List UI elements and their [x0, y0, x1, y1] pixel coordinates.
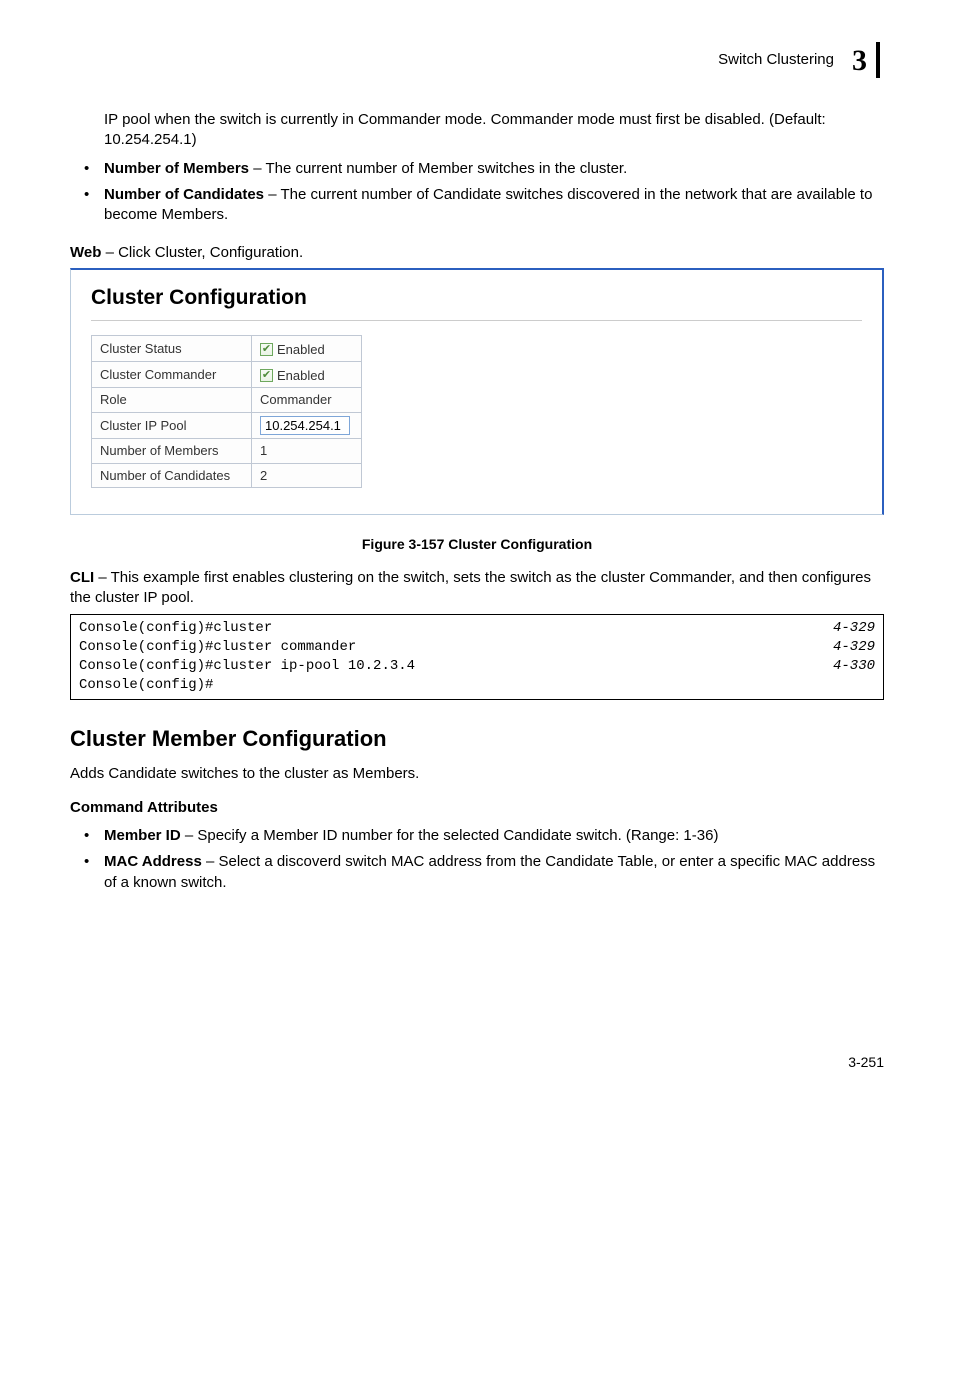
- table-row: Number of Members 1: [92, 438, 362, 463]
- panel-divider: [91, 320, 862, 321]
- list-item: Number of Candidates – The current numbe…: [84, 185, 884, 226]
- role-value: Commander: [252, 388, 362, 413]
- bullet-list-2: Member ID – Specify a Member ID number f…: [84, 826, 884, 893]
- cluster-commander-checkbox[interactable]: ✔ Enabled: [260, 367, 325, 385]
- chapter-number: 3: [852, 44, 867, 77]
- cluster-status-label: Cluster Status: [92, 335, 252, 361]
- panel-title: Cluster Configuration: [91, 284, 862, 312]
- candidates-value: 2: [252, 463, 362, 488]
- desc: – The current number of Member switches …: [249, 160, 627, 177]
- table-row: Cluster IP Pool: [92, 412, 362, 438]
- web-prefix: Web: [70, 244, 101, 261]
- ip-pool-label: Cluster IP Pool: [92, 412, 252, 438]
- table-row: Cluster Commander ✔ Enabled: [92, 362, 362, 388]
- role-label: Role: [92, 388, 252, 413]
- list-item: MAC Address – Select a discoverd switch …: [84, 852, 884, 893]
- members-label: Number of Members: [92, 438, 252, 463]
- code-commands: Console(config)#cluster Console(config)#…: [79, 619, 833, 695]
- table-row: Role Commander: [92, 388, 362, 413]
- code-refs: 4-329 4-329 4-330: [833, 619, 875, 695]
- table-row: Cluster Status ✔ Enabled: [92, 335, 362, 361]
- checkbox-label: Enabled: [277, 367, 325, 385]
- bullet-list-1: Number of Members – The current number o…: [84, 159, 884, 226]
- candidates-label: Number of Candidates: [92, 463, 252, 488]
- page-header: Switch Clustering 3: [70, 40, 884, 80]
- cluster-config-panel: Cluster Configuration Cluster Status ✔ E…: [70, 268, 884, 516]
- cli-prefix: CLI: [70, 569, 94, 586]
- ip-pool-input[interactable]: [260, 416, 350, 435]
- intro-paragraph: IP pool when the switch is currently in …: [104, 110, 884, 151]
- command-attributes-heading: Command Attributes: [70, 798, 884, 818]
- desc: – Select a discoverd switch MAC address …: [104, 853, 875, 890]
- web-rest: – Click Cluster, Configuration.: [101, 244, 303, 261]
- term: Number of Members: [104, 160, 249, 177]
- list-item: Member ID – Specify a Member ID number f…: [84, 826, 884, 846]
- checkbox-label: Enabled: [277, 341, 325, 359]
- ip-pool-cell: [252, 412, 362, 438]
- cluster-status-value: ✔ Enabled: [252, 335, 362, 361]
- term: MAC Address: [104, 853, 202, 870]
- section-heading: Cluster Member Configuration: [70, 724, 884, 754]
- check-icon: ✔: [260, 343, 273, 356]
- cluster-commander-value: ✔ Enabled: [252, 362, 362, 388]
- list-item: Number of Members – The current number o…: [84, 159, 884, 179]
- cluster-status-checkbox[interactable]: ✔ Enabled: [260, 341, 325, 359]
- cluster-commander-label: Cluster Commander: [92, 362, 252, 388]
- code-block: Console(config)#cluster Console(config)#…: [70, 614, 884, 700]
- term: Member ID: [104, 827, 181, 844]
- chapter-number-icon: 3: [844, 40, 884, 80]
- cli-rest: – This example first enables clustering …: [70, 569, 871, 606]
- members-value: 1: [252, 438, 362, 463]
- table-row: Number of Candidates 2: [92, 463, 362, 488]
- header-title: Switch Clustering: [718, 50, 834, 70]
- cli-paragraph: CLI – This example first enables cluster…: [70, 568, 884, 609]
- config-table: Cluster Status ✔ Enabled Cluster Command…: [91, 335, 362, 488]
- desc: – Specify a Member ID number for the sel…: [181, 827, 719, 844]
- section-paragraph: Adds Candidate switches to the cluster a…: [70, 764, 884, 784]
- figure-caption: Figure 3-157 Cluster Configuration: [70, 535, 884, 554]
- check-icon: ✔: [260, 369, 273, 382]
- web-nav-line: Web – Click Cluster, Configuration.: [70, 243, 884, 263]
- page-number: 3-251: [70, 1053, 884, 1072]
- term: Number of Candidates: [104, 186, 264, 203]
